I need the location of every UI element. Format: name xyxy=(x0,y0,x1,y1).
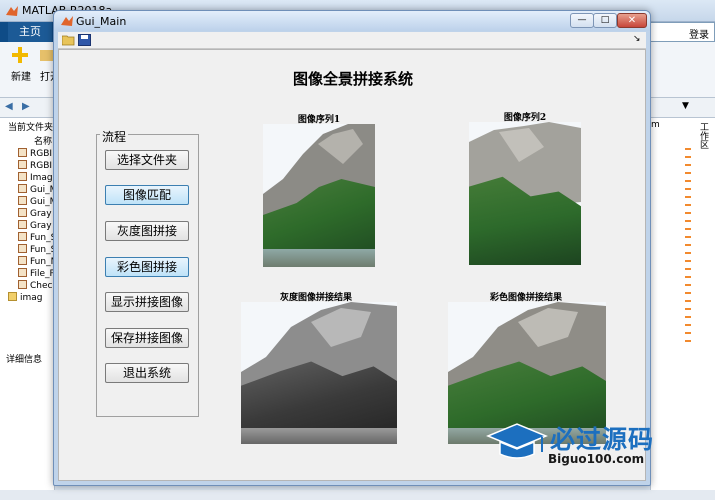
process-panel-label: 流程 xyxy=(100,128,129,145)
scroll-markers xyxy=(685,148,691,348)
figure-canvas: 图像全景拼接系统 流程 选择文件夹 图像匹配 灰度图拼接 彩色图拼接 显示拼接图… xyxy=(58,49,646,481)
list-item[interactable]: imag xyxy=(8,292,43,304)
status-bar xyxy=(0,490,715,500)
file-icon xyxy=(18,184,27,193)
file-icon xyxy=(18,160,27,169)
new-icon[interactable] xyxy=(10,45,30,65)
watermark-brand: 必过源码 xyxy=(550,425,655,454)
list-item[interactable]: Gray xyxy=(18,208,52,220)
name-column-header[interactable]: 名称 xyxy=(34,134,52,147)
save-stitched-button[interactable]: 保存拼接图像 xyxy=(105,328,189,348)
workspace-label[interactable]: 工作区 xyxy=(697,122,710,149)
select-folder-button[interactable]: 选择文件夹 xyxy=(105,150,189,170)
matlab-logo-icon xyxy=(6,6,18,16)
details-label: 详细信息 xyxy=(6,355,43,365)
show-stitched-button[interactable]: 显示拼接图像 xyxy=(105,292,189,312)
close-button[interactable]: ✕ xyxy=(617,13,647,28)
file-icon xyxy=(18,268,27,277)
file-icon xyxy=(18,172,27,181)
list-item[interactable]: Fun_S xyxy=(18,244,56,256)
color-stitch-button[interactable]: 彩色图拼接 xyxy=(105,257,189,277)
list-item[interactable]: RGBI xyxy=(18,160,52,172)
gray-stitch-button[interactable]: 灰度图拼接 xyxy=(105,221,189,241)
back-arrow-icon[interactable]: ◀ xyxy=(5,101,13,112)
image-sequence-1 xyxy=(263,124,375,267)
list-item[interactable]: RGBI xyxy=(18,148,52,160)
watermark-url: Biguo100.com xyxy=(548,452,645,466)
file-icon xyxy=(18,232,27,241)
open-folder-icon[interactable] xyxy=(62,34,75,46)
list-item[interactable]: File_P xyxy=(18,268,55,280)
search-box[interactable]: 登录 xyxy=(650,22,715,42)
list-item[interactable]: Chec xyxy=(18,280,52,292)
image-match-button[interactable]: 图像匹配 xyxy=(105,185,189,205)
workspace-tab-fragment[interactable]: m xyxy=(651,120,660,130)
workspace-panel: m 工作区 xyxy=(650,118,715,500)
file-icon xyxy=(18,148,27,157)
save-disk-icon[interactable] xyxy=(78,34,91,46)
list-item[interactable]: Fun_S xyxy=(18,232,56,244)
current-folder-label: 当前文件夹 xyxy=(8,123,54,133)
file-icon xyxy=(18,244,27,253)
gui-window-title: Gui_Main xyxy=(76,15,127,28)
file-icon xyxy=(18,196,27,205)
list-item[interactable]: Gray xyxy=(18,220,52,232)
matlab-figure-icon xyxy=(61,16,73,26)
file-icon xyxy=(18,208,27,217)
maximize-button[interactable]: □ xyxy=(593,13,617,28)
gui-titlebar[interactable]: Gui_Main — □ ✕ xyxy=(54,11,650,31)
minimize-button[interactable]: — xyxy=(570,13,594,28)
tab-home[interactable]: 主页 xyxy=(8,22,52,42)
gray-stitch-result-image xyxy=(241,302,397,444)
file-icon xyxy=(18,256,27,265)
new-button-label[interactable]: 新建 xyxy=(11,68,31,83)
page-title: 图像全景拼接系统 xyxy=(292,70,413,88)
address-dropdown-icon[interactable]: ▼ xyxy=(682,101,689,111)
gui-window: Gui_Main — □ ✕ ↘ 图像全景拼接系统 流程 选择文件夹 图像匹配 … xyxy=(53,10,651,486)
current-folder-panel: 当前文件夹 名称 RGBI RGBI Imag Gui_M Gui_M Gray… xyxy=(0,118,58,490)
list-item[interactable]: Imag xyxy=(18,172,53,184)
image-sequence-2 xyxy=(469,122,581,265)
login-link[interactable]: 登录 xyxy=(689,26,709,41)
toolbar-arrow-icon[interactable]: ↘ xyxy=(633,34,641,44)
exit-system-button[interactable]: 退出系统 xyxy=(105,363,189,383)
figure-toolbar: ↘ xyxy=(58,32,646,49)
file-icon xyxy=(18,280,27,289)
open-folder-icon[interactable] xyxy=(40,46,54,62)
folder-icon xyxy=(8,292,17,301)
forward-arrow-icon[interactable]: ▶ xyxy=(22,101,30,112)
graduation-cap-logo xyxy=(486,423,548,459)
list-item[interactable]: Gui_M xyxy=(18,184,57,196)
file-icon xyxy=(18,220,27,229)
list-item[interactable]: Gui_M xyxy=(18,196,57,208)
